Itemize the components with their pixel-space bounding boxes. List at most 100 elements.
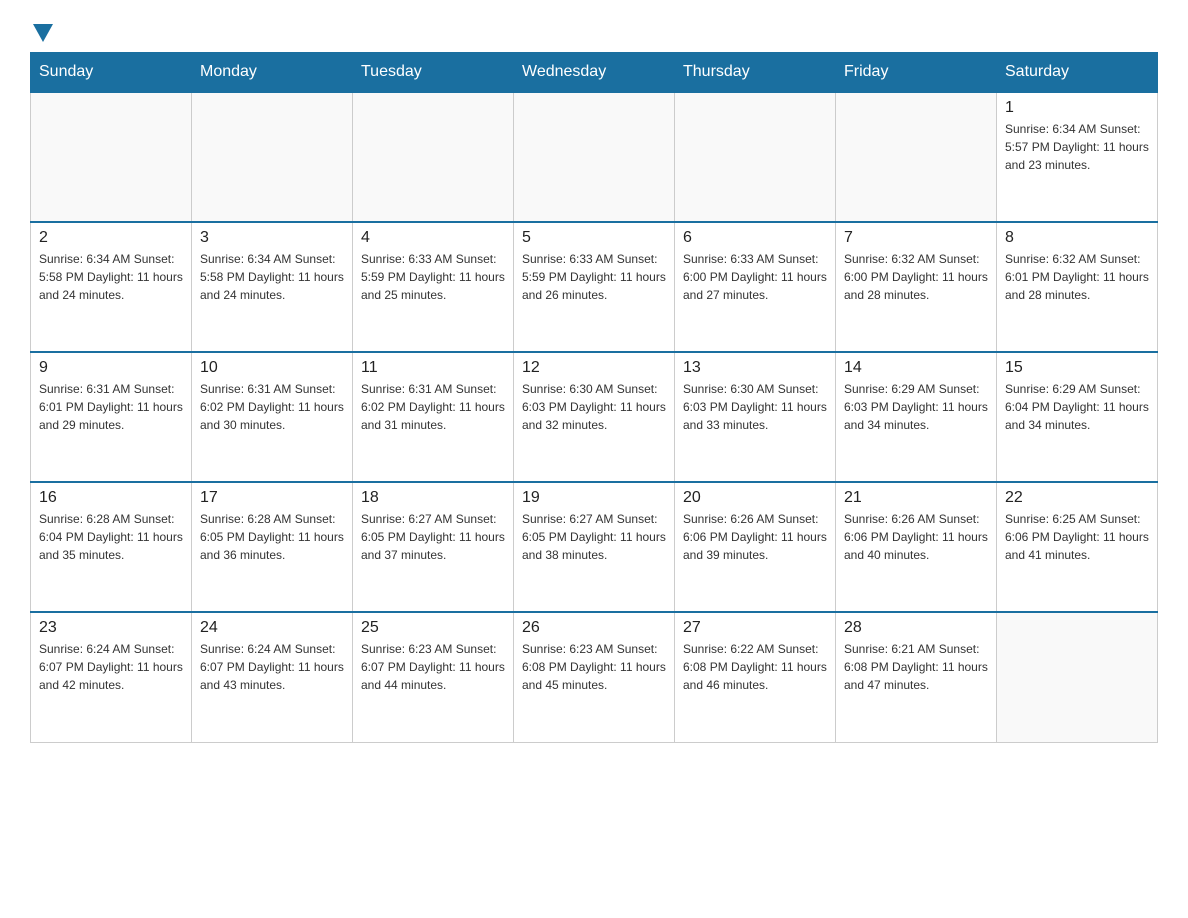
page-header — [30, 20, 1158, 42]
calendar-table: SundayMondayTuesdayWednesdayThursdayFrid… — [30, 52, 1158, 743]
calendar-cell: 5 Sunrise: 6:33 AM Sunset: 5:59 PM Daylig… — [514, 222, 675, 352]
calendar-cell: 14 Sunrise: 6:29 AM Sunset: 6:03 PM Dayli… — [836, 352, 997, 482]
weekday-header-wednesday: Wednesday — [514, 53, 675, 93]
calendar-cell — [31, 92, 192, 222]
day-number: 19 — [522, 489, 666, 507]
day-number: 21 — [844, 489, 988, 507]
day-number: 14 — [844, 359, 988, 377]
calendar-cell: 3 Sunrise: 6:34 AM Sunset: 5:58 PM Daylig… — [192, 222, 353, 352]
day-info: Sunrise: 6:31 AM Sunset: 6:02 PM Dayligh… — [361, 380, 505, 434]
day-number: 3 — [200, 229, 344, 247]
calendar-cell — [675, 92, 836, 222]
weekday-header-friday: Friday — [836, 53, 997, 93]
calendar-cell: 7 Sunrise: 6:32 AM Sunset: 6:00 PM Daylig… — [836, 222, 997, 352]
calendar-cell — [836, 92, 997, 222]
calendar-cell: 23 Sunrise: 6:24 AM Sunset: 6:07 PM Dayli… — [31, 612, 192, 742]
day-number: 7 — [844, 229, 988, 247]
day-number: 17 — [200, 489, 344, 507]
day-number: 5 — [522, 229, 666, 247]
day-info: Sunrise: 6:31 AM Sunset: 6:01 PM Dayligh… — [39, 380, 183, 434]
day-info: Sunrise: 6:30 AM Sunset: 6:03 PM Dayligh… — [522, 380, 666, 434]
calendar-cell: 6 Sunrise: 6:33 AM Sunset: 6:00 PM Daylig… — [675, 222, 836, 352]
weekday-header-monday: Monday — [192, 53, 353, 93]
weekday-header-sunday: Sunday — [31, 53, 192, 93]
calendar-cell: 16Sunrise: 6:28 AM Sunset: 6:04 PM Dayli… — [31, 482, 192, 612]
calendar-cell — [192, 92, 353, 222]
calendar-cell: 22 Sunrise: 6:25 AM Sunset: 6:06 PM Dayli… — [997, 482, 1158, 612]
day-number: 26 — [522, 619, 666, 637]
calendar-cell: 4 Sunrise: 6:33 AM Sunset: 5:59 PM Daylig… — [353, 222, 514, 352]
day-number: 12 — [522, 359, 666, 377]
logo-triangle-icon — [33, 24, 53, 42]
day-number: 25 — [361, 619, 505, 637]
day-info: Sunrise: 6:29 AM Sunset: 6:04 PM Dayligh… — [1005, 380, 1149, 434]
day-info: Sunrise: 6:31 AM Sunset: 6:02 PM Dayligh… — [200, 380, 344, 434]
day-info: Sunrise: 6:28 AM Sunset: 6:04 PM Dayligh… — [39, 510, 183, 564]
calendar-cell — [514, 92, 675, 222]
day-number: 2 — [39, 229, 183, 247]
calendar-header: SundayMondayTuesdayWednesdayThursdayFrid… — [31, 53, 1158, 93]
calendar-cell — [353, 92, 514, 222]
calendar-cell — [997, 612, 1158, 742]
calendar-cell: 27 Sunrise: 6:22 AM Sunset: 6:08 PM Dayli… — [675, 612, 836, 742]
day-info: Sunrise: 6:30 AM Sunset: 6:03 PM Dayligh… — [683, 380, 827, 434]
calendar-cell: 18 Sunrise: 6:27 AM Sunset: 6:05 PM Dayli… — [353, 482, 514, 612]
day-info: Sunrise: 6:22 AM Sunset: 6:08 PM Dayligh… — [683, 640, 827, 694]
calendar-cell: 15 Sunrise: 6:29 AM Sunset: 6:04 PM Dayli… — [997, 352, 1158, 482]
calendar-cell: 20 Sunrise: 6:26 AM Sunset: 6:06 PM Dayli… — [675, 482, 836, 612]
day-number: 10 — [200, 359, 344, 377]
day-info: Sunrise: 6:25 AM Sunset: 6:06 PM Dayligh… — [1005, 510, 1149, 564]
calendar-cell: 8 Sunrise: 6:32 AM Sunset: 6:01 PM Daylig… — [997, 222, 1158, 352]
calendar-cell: 12 Sunrise: 6:30 AM Sunset: 6:03 PM Dayli… — [514, 352, 675, 482]
day-info: Sunrise: 6:27 AM Sunset: 6:05 PM Dayligh… — [522, 510, 666, 564]
weekday-header-saturday: Saturday — [997, 53, 1158, 93]
calendar-cell: 2Sunrise: 6:34 AM Sunset: 5:58 PM Daylig… — [31, 222, 192, 352]
day-info: Sunrise: 6:23 AM Sunset: 6:07 PM Dayligh… — [361, 640, 505, 694]
day-number: 20 — [683, 489, 827, 507]
day-info: Sunrise: 6:29 AM Sunset: 6:03 PM Dayligh… — [844, 380, 988, 434]
day-info: Sunrise: 6:34 AM Sunset: 5:58 PM Dayligh… — [200, 250, 344, 304]
calendar-cell: 19 Sunrise: 6:27 AM Sunset: 6:05 PM Dayli… — [514, 482, 675, 612]
calendar-cell: 25 Sunrise: 6:23 AM Sunset: 6:07 PM Dayli… — [353, 612, 514, 742]
calendar-week-row: 9 Sunrise: 6:31 AM Sunset: 6:01 PM Daylig… — [31, 352, 1158, 482]
weekday-header-tuesday: Tuesday — [353, 53, 514, 93]
calendar-cell: 21 Sunrise: 6:26 AM Sunset: 6:06 PM Dayli… — [836, 482, 997, 612]
day-number: 11 — [361, 359, 505, 377]
calendar-week-row: 2 Sunrise: 6:34 AM Sunset: 5:58 PM Daylig… — [31, 222, 1158, 352]
day-info: Sunrise: 6:24 AM Sunset: 6:07 PM Dayligh… — [200, 640, 344, 694]
day-info: Sunrise: 6:33 AM Sunset: 6:00 PM Dayligh… — [683, 250, 827, 304]
day-number: 9 — [39, 359, 183, 377]
day-info: Sunrise: 6:26 AM Sunset: 6:06 PM Dayligh… — [844, 510, 988, 564]
day-number: 8 — [1005, 229, 1149, 247]
calendar-cell: 10 Sunrise: 6:31 AM Sunset: 6:02 PM Dayli… — [192, 352, 353, 482]
day-number: 15 — [1005, 359, 1149, 377]
day-number: 23 — [39, 619, 183, 637]
day-info: Sunrise: 6:32 AM Sunset: 6:00 PM Dayligh… — [844, 250, 988, 304]
day-info: Sunrise: 6:26 AM Sunset: 6:06 PM Dayligh… — [683, 510, 827, 564]
day-number: 18 — [361, 489, 505, 507]
day-info: Sunrise: 6:28 AM Sunset: 6:05 PM Dayligh… — [200, 510, 344, 564]
day-number: 28 — [844, 619, 988, 637]
day-number: 6 — [683, 229, 827, 247]
calendar-cell: 11 Sunrise: 6:31 AM Sunset: 6:02 PM Dayli… — [353, 352, 514, 482]
day-info: Sunrise: 6:34 AM Sunset: 5:57 PM Dayligh… — [1005, 120, 1149, 174]
day-info: Sunrise: 6:33 AM Sunset: 5:59 PM Dayligh… — [522, 250, 666, 304]
calendar-week-row: 1 Sunrise: 6:34 AM Sunset: 5:57 PM Daylig… — [31, 92, 1158, 222]
day-info: Sunrise: 6:32 AM Sunset: 6:01 PM Dayligh… — [1005, 250, 1149, 304]
weekday-header-thursday: Thursday — [675, 53, 836, 93]
weekday-header-row: SundayMondayTuesdayWednesdayThursdayFrid… — [31, 53, 1158, 93]
day-info: Sunrise: 6:33 AM Sunset: 5:59 PM Dayligh… — [361, 250, 505, 304]
day-number: 13 — [683, 359, 827, 377]
day-number: 27 — [683, 619, 827, 637]
day-info: Sunrise: 6:24 AM Sunset: 6:07 PM Dayligh… — [39, 640, 183, 694]
day-number: 1 — [1005, 99, 1149, 117]
calendar-cell: 26 Sunrise: 6:23 AM Sunset: 6:08 PM Dayli… — [514, 612, 675, 742]
day-number: 22 — [1005, 489, 1149, 507]
calendar-cell: 1 Sunrise: 6:34 AM Sunset: 5:57 PM Daylig… — [997, 92, 1158, 222]
day-info: Sunrise: 6:23 AM Sunset: 6:08 PM Dayligh… — [522, 640, 666, 694]
day-info: Sunrise: 6:27 AM Sunset: 6:05 PM Dayligh… — [361, 510, 505, 564]
calendar-cell: 9 Sunrise: 6:31 AM Sunset: 6:01 PM Daylig… — [31, 352, 192, 482]
calendar-week-row: 23 Sunrise: 6:24 AM Sunset: 6:07 PM Dayli… — [31, 612, 1158, 742]
logo — [30, 20, 53, 42]
day-number: 4 — [361, 229, 505, 247]
